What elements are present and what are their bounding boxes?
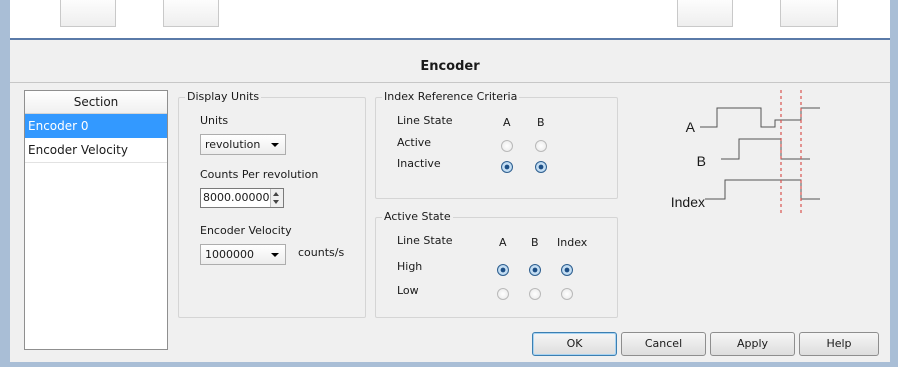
active-state-title: Active State	[382, 210, 453, 223]
signal-index-label: Index	[671, 194, 705, 210]
spin-down-icon[interactable]	[273, 200, 279, 204]
top-toolbar	[0, 0, 898, 38]
dialog-title: Encoder	[420, 59, 480, 74]
radio-active-high-a[interactable]	[497, 264, 509, 276]
signal-index-waveform	[705, 179, 820, 200]
radio-active-low-index[interactable]	[561, 288, 573, 300]
index-reference-title: Index Reference Criteria	[382, 90, 520, 103]
column-b-header: B	[531, 236, 539, 249]
units-dropdown-value: revolution	[205, 138, 261, 151]
column-a-header: A	[499, 236, 507, 249]
encoder-dialog: Encoder Section Encoder 0 Encoder Veloci…	[10, 40, 890, 362]
title-divider	[10, 82, 890, 83]
column-a-header: A	[503, 116, 511, 129]
encoder-signal-diagram: A B Index	[671, 90, 820, 216]
spin-up-icon[interactable]	[273, 192, 279, 196]
radio-active-high-b[interactable]	[529, 264, 541, 276]
cancel-button[interactable]: Cancel	[621, 332, 706, 356]
help-button[interactable]: Help	[799, 332, 879, 356]
ok-button[interactable]: OK	[532, 332, 617, 356]
section-item-encoder-0[interactable]: Encoder 0	[25, 114, 167, 138]
line-state-header: Line State	[397, 114, 453, 127]
section-item-encoder-velocity[interactable]: Encoder Velocity	[25, 138, 167, 163]
signal-b-label: B	[697, 153, 706, 169]
active-state-group: Active State Line State A B Index High L…	[375, 210, 618, 318]
display-units-title: Display Units	[185, 90, 262, 103]
units-dropdown[interactable]: revolution	[200, 134, 286, 155]
signal-b-waveform	[721, 138, 810, 160]
units-label: Units	[200, 114, 229, 127]
window-frame-left	[0, 0, 10, 367]
section-list-header: Section	[25, 91, 167, 114]
index-reference-criteria-group: Index Reference Criteria Line State A B …	[375, 90, 618, 199]
line-state-header: Line State	[397, 234, 453, 247]
velocity-unit-label: counts/s	[298, 246, 345, 259]
radio-index-inactive-b[interactable]	[535, 161, 547, 173]
high-row-label: High	[397, 260, 423, 273]
column-index-header: Index	[557, 236, 588, 249]
low-row-label: Low	[397, 284, 419, 297]
column-b-header: B	[537, 116, 545, 129]
counts-per-revolution-label: Counts Per revolution	[200, 168, 319, 181]
radio-index-active-b[interactable]	[535, 140, 547, 152]
apply-button[interactable]: Apply	[710, 332, 795, 356]
window-frame-right	[890, 0, 898, 367]
encoder-velocity-label: Encoder Velocity	[200, 224, 292, 237]
display-units-group: Display Units Units revolution Counts Pe…	[178, 90, 366, 318]
inactive-row-label: Inactive	[397, 157, 441, 170]
encoder-velocity-value: 1000000	[205, 248, 254, 261]
active-row-label: Active	[397, 136, 432, 149]
radio-index-inactive-a[interactable]	[501, 161, 513, 173]
toolbar-button[interactable]	[780, 0, 838, 27]
radio-active-low-a[interactable]	[497, 288, 509, 300]
encoder-velocity-dropdown[interactable]: 1000000	[200, 244, 286, 265]
toolbar-button[interactable]	[60, 0, 116, 27]
counts-per-revolution-value: 8000.000000	[203, 191, 271, 204]
window-frame-bottom	[0, 362, 898, 367]
signal-a-label: A	[686, 119, 696, 135]
radio-active-high-index[interactable]	[561, 264, 573, 276]
counts-per-revolution-spinbox[interactable]: 8000.000000	[200, 188, 284, 208]
radio-index-active-a[interactable]	[501, 140, 513, 152]
radio-active-low-b[interactable]	[529, 288, 541, 300]
spin-buttons[interactable]	[270, 189, 283, 207]
section-list: Section Encoder 0 Encoder Velocity	[24, 90, 168, 350]
toolbar-button[interactable]	[163, 0, 219, 27]
signal-a-waveform	[700, 107, 820, 128]
chevron-down-icon	[271, 143, 279, 147]
chevron-down-icon	[271, 253, 279, 257]
toolbar-button[interactable]	[677, 0, 733, 27]
